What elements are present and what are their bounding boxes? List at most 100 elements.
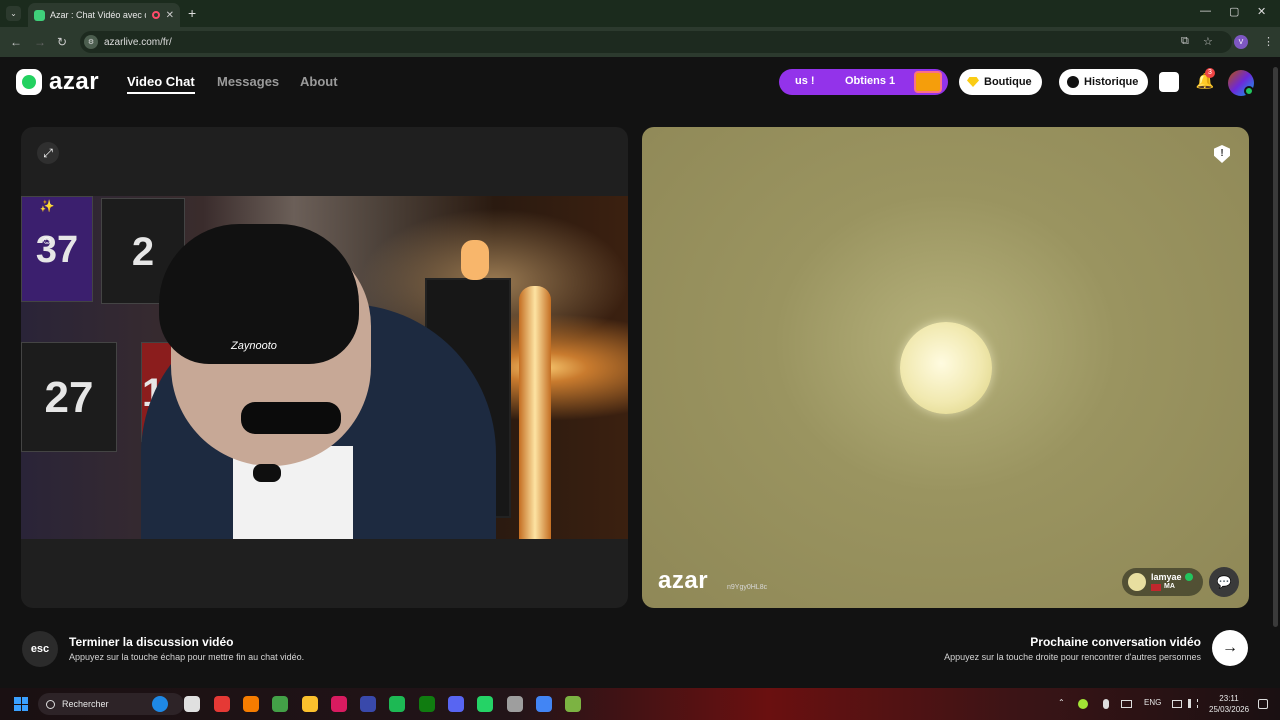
report-shield-icon[interactable]: ! <box>1214 145 1230 163</box>
taskbar-app-icon[interactable] <box>242 696 259 712</box>
search-icon <box>46 699 55 709</box>
volume-icon[interactable] <box>1188 699 1198 708</box>
notification-count-badge: 3 <box>1205 68 1215 78</box>
end-chat-hint: Appuyez sur la touche échap pour mettre … <box>69 652 305 662</box>
promo-left-text: us ! <box>795 75 815 87</box>
morocco-flag-icon <box>1151 584 1161 591</box>
partner-avatar <box>1128 573 1146 591</box>
gem-icon <box>967 77 979 87</box>
taskbar-app-icon[interactable] <box>448 696 464 712</box>
wall-jersey: 37 <box>21 196 93 302</box>
floor-lamp <box>519 286 551 539</box>
nav-about[interactable]: About <box>300 74 338 89</box>
install-app-icon[interactable]: ⧉ <box>1181 35 1189 48</box>
historique-label: Historique <box>1084 76 1139 88</box>
notifications-icon[interactable] <box>1258 699 1268 709</box>
taskbar-app-icon[interactable] <box>272 696 289 712</box>
site-header: azar Video Chat Messages About us ! Obti… <box>0 57 1280 105</box>
tray-overflow-icon[interactable]: ⌃ <box>1058 698 1065 707</box>
expand-icon[interactable]: ⤢ <box>37 142 59 164</box>
site-info-icon[interactable]: ⚙ <box>84 35 98 49</box>
taskbar-app-icon[interactable] <box>301 696 318 712</box>
browser-menu-icon[interactable]: ⋮ <box>1263 35 1274 48</box>
language-indicator[interactable]: ENG <box>1144 698 1161 707</box>
watermark-id: n9Ygy0HL8c <box>727 584 768 591</box>
close-window-button[interactable]: ✕ <box>1257 5 1266 18</box>
minimize-button[interactable]: — <box>1200 5 1211 17</box>
taskbar-search-placeholder: Rechercher <box>62 699 109 709</box>
address-bar-row: ← → ↻ ⚙ azarlive.com/fr/ ⧉ ☆ ⋮ <box>0 27 1280 57</box>
maximize-button[interactable]: ▢ <box>1229 5 1239 18</box>
history-clock-icon <box>1067 76 1079 88</box>
partner-video-moon <box>900 322 992 414</box>
promo-banner[interactable]: us ! Obtiens 1 <box>779 69 948 95</box>
azar-logo[interactable]: azar <box>16 69 99 95</box>
verified-icon <box>1185 573 1193 581</box>
sticker-face-icon[interactable]: ☺ <box>38 231 56 249</box>
microphone-icon[interactable] <box>1103 699 1109 709</box>
taskbar-app-icon[interactable] <box>477 696 494 712</box>
browser-tab-strip: ⌄ Azar : Chat Vidéo avec de n ✕ + — ▢ ✕ <box>0 0 1280 27</box>
wall-jersey: 27 <box>21 342 117 452</box>
azar-logo-icon <box>16 69 42 95</box>
chat-bubble-icon[interactable]: 💬 <box>1209 567 1239 597</box>
nav-messages[interactable]: Messages <box>217 74 279 89</box>
tab-title: Azar : Chat Vidéo avec de n <box>50 10 146 20</box>
table-lamp <box>461 240 489 280</box>
nav-video-chat[interactable]: Video Chat <box>127 74 195 94</box>
partner-video-panel: ! azar n9Ygy0HL8c lamyae MA 💬 <box>642 127 1249 608</box>
next-chat-hint: Appuyez sur la touche droite pour rencon… <box>944 652 1201 662</box>
forward-icon[interactable]: → <box>34 35 46 49</box>
url-field[interactable]: ⚙ azarlive.com/fr/ <box>80 31 1232 53</box>
new-tab-button[interactable]: + <box>188 5 196 21</box>
online-status-dot <box>1244 86 1254 96</box>
next-chat-button[interactable]: → <box>1212 630 1248 666</box>
network-icon[interactable] <box>1172 700 1182 708</box>
taskbar-app-icon[interactable] <box>360 696 377 712</box>
cap-logo-text: Zaynooto <box>231 340 277 352</box>
page-scrollbar[interactable] <box>1271 57 1280 688</box>
azar-logo-text: azar <box>49 68 100 95</box>
azar-favicon <box>34 9 45 21</box>
url-text: azarlive.com/fr/ <box>104 36 172 48</box>
effects-wand-icon[interactable]: ✨ <box>38 197 56 215</box>
reload-icon[interactable]: ↻ <box>57 35 67 49</box>
treasure-chest-icon <box>914 71 942 93</box>
bookmark-star-icon[interactable]: ☆ <box>1203 35 1213 48</box>
taskbar-clock[interactable]: 23:11 25/03/2026 <box>1209 693 1249 715</box>
recording-icon <box>151 11 160 19</box>
taskbar-app-icon[interactable] <box>330 696 347 712</box>
tab-search-button[interactable]: ⌄ <box>6 6 21 21</box>
taskbar-app-icon[interactable] <box>213 696 230 712</box>
browser-tab-azar[interactable]: Azar : Chat Vidéo avec de n ✕ <box>28 3 180 27</box>
browser-profile-avatar[interactable]: V <box>1234 35 1248 49</box>
taskbar-app-icon[interactable] <box>389 696 406 712</box>
taskbar-app-icon[interactable] <box>152 696 168 712</box>
clock-time: 23:11 <box>1219 694 1239 703</box>
back-icon[interactable]: ← <box>10 35 22 49</box>
partner-profile-chip[interactable]: lamyae MA <box>1122 568 1203 596</box>
windows-taskbar: Rechercher ⌃ ENG 23:11 25/03/2026 <box>0 688 1280 720</box>
azar-watermark: azar <box>658 567 709 594</box>
self-camera-feed: 37 2 27 10 Zaynooto <box>21 196 628 539</box>
end-chat-button[interactable]: esc <box>22 631 58 667</box>
taskbar-app-icon[interactable] <box>418 696 435 712</box>
sunglasses <box>241 402 341 434</box>
taskbar-app-icon[interactable] <box>565 696 582 712</box>
keyboard-icon[interactable] <box>1121 700 1132 708</box>
tray-app-icon[interactable] <box>1078 699 1088 709</box>
tab-close-icon[interactable]: ✕ <box>166 10 174 21</box>
partner-name: lamyae <box>1151 572 1182 582</box>
taskbar-app-icon[interactable] <box>535 696 552 712</box>
inbox-box-icon[interactable] <box>1159 72 1179 92</box>
boutique-button[interactable]: Boutique <box>959 69 1042 95</box>
headset-mic <box>253 464 281 482</box>
promo-right-text: Obtiens 1 <box>845 75 896 87</box>
historique-button[interactable]: Historique <box>1059 69 1149 95</box>
windows-start-icon[interactable] <box>14 697 28 711</box>
scrollbar-thumb[interactable] <box>1273 67 1278 627</box>
partner-country: MA <box>1164 583 1175 590</box>
taskbar-app-icon[interactable] <box>184 696 201 712</box>
taskbar-app-icon[interactable] <box>506 696 523 712</box>
self-video-panel: 37 2 27 10 Zaynooto ⤢ ✨ ☺ <box>21 127 628 608</box>
